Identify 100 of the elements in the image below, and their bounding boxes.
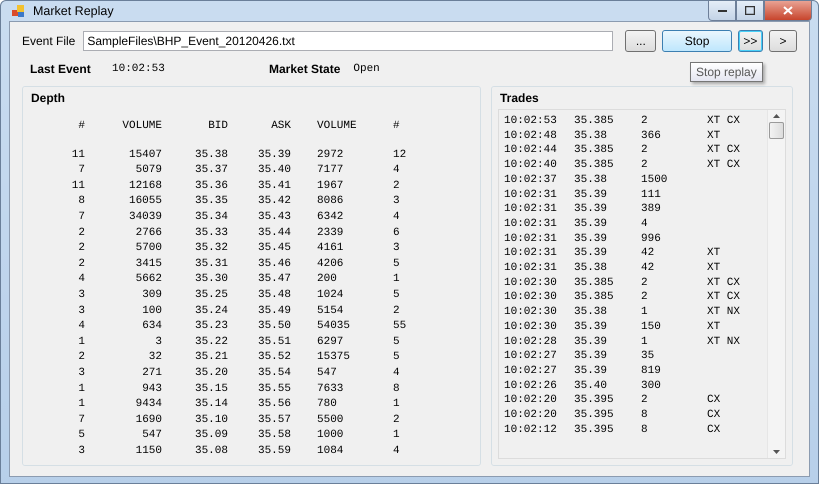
table-cell-text: 5	[392, 256, 401, 272]
table-cell-text: 12168	[128, 178, 162, 194]
toolbar-button[interactable]: >	[768, 30, 797, 52]
table-cell-text: 9434	[134, 397, 162, 412]
table-cell-text: 16055	[128, 194, 162, 210]
table-cell-text: 35.52	[256, 350, 291, 366]
event-file-field[interactable]: SampleFiles\BHP_Event_20120426.txt	[83, 31, 614, 51]
table-cell-text: 1	[77, 382, 85, 396]
trade-price: 35.395	[574, 408, 615, 423]
table-cell-text: 7	[77, 210, 85, 225]
table-cell-text: 35.31	[194, 256, 228, 272]
trade-time: 10:02:20	[504, 393, 558, 408]
trade-quantity: 2	[641, 158, 649, 173]
trade-price: 35.39	[574, 364, 608, 379]
trade-price: 35.395	[574, 393, 615, 408]
trade-flags: XT	[707, 128, 722, 144]
table-cell-text: 100	[141, 304, 162, 319]
table-cell-text: 35.58	[256, 428, 291, 444]
table-cell-text: 2	[77, 256, 85, 272]
minimize-button[interactable]	[708, 1, 736, 21]
table-cell-text: 35.46	[256, 256, 291, 272]
trade-quantity: 8	[641, 408, 649, 423]
scroll-up-icon[interactable]	[773, 114, 780, 118]
trade-time: 10:02:44	[504, 143, 558, 158]
table-cell-text: 7	[77, 163, 85, 178]
table-cell-text: 1	[77, 334, 85, 350]
table-cell-text: 11	[70, 178, 85, 194]
trade-flags: CX	[707, 408, 722, 423]
table-cell-text: 2	[392, 304, 401, 319]
table-cell-text: 5	[392, 350, 401, 366]
trade-price: 35.38	[574, 128, 608, 144]
last-event-label: Last Event	[30, 62, 92, 76]
table-cell-text: 943	[141, 382, 162, 396]
column-header: ASK	[270, 119, 291, 134]
table-cell-text: 35.21	[194, 350, 228, 366]
trade-quantity: 2	[641, 114, 649, 129]
trade-price: 35.40	[574, 378, 608, 394]
trade-time: 10:02:12	[504, 422, 558, 438]
table-cell-text: 2	[77, 226, 85, 241]
trade-quantity: 819	[641, 364, 662, 379]
table-cell-text: 3415	[134, 256, 162, 272]
trade-quantity: 111	[641, 188, 662, 202]
close-button[interactable]	[764, 1, 812, 21]
trade-time: 10:02:30	[504, 320, 558, 335]
trade-flags: XT CX	[707, 114, 742, 129]
minimize-icon	[718, 8, 726, 12]
trade-time: 10:02:27	[504, 349, 558, 364]
trade-time: 10:02:48	[504, 128, 558, 144]
trade-quantity: 2	[641, 143, 649, 158]
table-cell-text: 34039	[128, 210, 162, 225]
table-cell-text: 4	[77, 319, 85, 334]
table-cell-text: 35.08	[194, 444, 228, 459]
table-cell-text: 32	[148, 350, 162, 366]
table-cell-text: 35.38	[194, 148, 228, 163]
trade-time: 10:02:30	[504, 305, 558, 320]
trade-time: 10:02:20	[504, 408, 558, 423]
table-cell-text: 4161	[316, 241, 344, 256]
table-cell-text: 12	[392, 148, 408, 163]
table-cell-text: 35.45	[256, 241, 291, 256]
trade-quantity: 150	[641, 320, 662, 335]
trade-time: 10:02:40	[504, 158, 558, 173]
table-cell-text: 2	[392, 178, 401, 194]
trade-quantity: 2	[641, 276, 649, 290]
toolbar-button[interactable]: >>	[738, 30, 763, 52]
table-cell-text: 35.35	[194, 194, 228, 210]
trade-quantity: 1	[641, 334, 649, 350]
market-state-label: Market State	[269, 62, 340, 76]
table-cell-text: 6	[392, 226, 401, 241]
trade-price: 35.39	[574, 246, 608, 262]
scroll-thumb[interactable]	[769, 122, 784, 139]
table-cell-text: 35.10	[194, 412, 228, 428]
table-cell-text: 1024	[316, 288, 344, 303]
trade-time: 10:02:37	[504, 172, 558, 188]
market-state-value: Open	[353, 63, 380, 75]
table-cell-text: 8	[392, 382, 401, 396]
last-event-value: 10:02:53	[112, 63, 166, 75]
maximize-button[interactable]	[736, 1, 764, 21]
table-cell-text: 35.33	[194, 226, 228, 241]
trade-price: 35.39	[574, 202, 608, 217]
toolbar-button[interactable]: Stop	[662, 30, 732, 52]
table-cell-text: 200	[316, 272, 338, 288]
toolbar-button[interactable]: ...	[625, 30, 656, 52]
table-cell-text: 35.30	[194, 272, 228, 288]
trade-flags: CX	[707, 393, 722, 408]
table-cell-text: 3	[154, 334, 162, 350]
table-cell-text: 3	[392, 194, 401, 210]
trade-quantity: 389	[641, 202, 662, 217]
table-cell-text: 35.20	[194, 366, 228, 381]
trade-time: 10:02:28	[504, 334, 558, 350]
trade-flags: XT NX	[707, 305, 742, 320]
panel-title: Trades	[500, 91, 540, 105]
scrollbar[interactable]	[767, 110, 785, 458]
table-cell-text: 5662	[134, 272, 162, 288]
table-cell-text: 1	[392, 397, 401, 412]
table-cell-text: 35.55	[256, 382, 291, 396]
trade-flags: XT CX	[707, 143, 742, 158]
app-icon	[11, 3, 27, 19]
column-header: VOLUME	[121, 119, 162, 134]
scroll-down-icon[interactable]	[773, 450, 780, 454]
trade-quantity: 1500	[641, 172, 668, 188]
